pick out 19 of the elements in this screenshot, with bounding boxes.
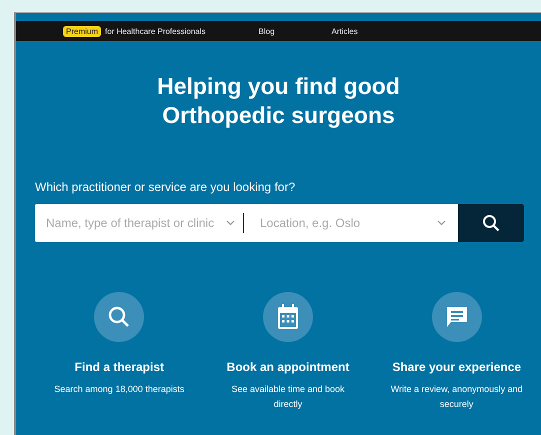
feature-title: Share your experience	[392, 360, 522, 374]
feature-text: Write a review, anonymously and securely	[390, 383, 524, 411]
nav-link[interactable]: Blog	[258, 26, 275, 36]
feature-title: Book an appointment	[226, 360, 350, 374]
search-icon	[482, 214, 500, 232]
calendar-icon	[277, 304, 299, 330]
nav-link[interactable]: Articles	[332, 26, 358, 36]
hero-title: Helping you find good Orthopedic surgeons	[156, 72, 401, 130]
chevron-icon	[226, 220, 235, 226]
feature-text: Search among 18,000 therapists	[53, 383, 186, 396]
search-label: Which practitioner or service are you looking for?	[35, 180, 296, 194]
feature-text: See available time and book directly	[230, 383, 346, 411]
chevron-icon	[437, 220, 446, 226]
professionals-link[interactable]: for Healthcare Professionals	[105, 26, 206, 36]
premium-badge[interactable]: Premium	[63, 26, 102, 36]
chat-icon	[444, 305, 469, 329]
search-icon	[107, 305, 132, 329]
search-button[interactable]	[458, 204, 524, 242]
feature-title: Find a therapist	[74, 360, 164, 374]
